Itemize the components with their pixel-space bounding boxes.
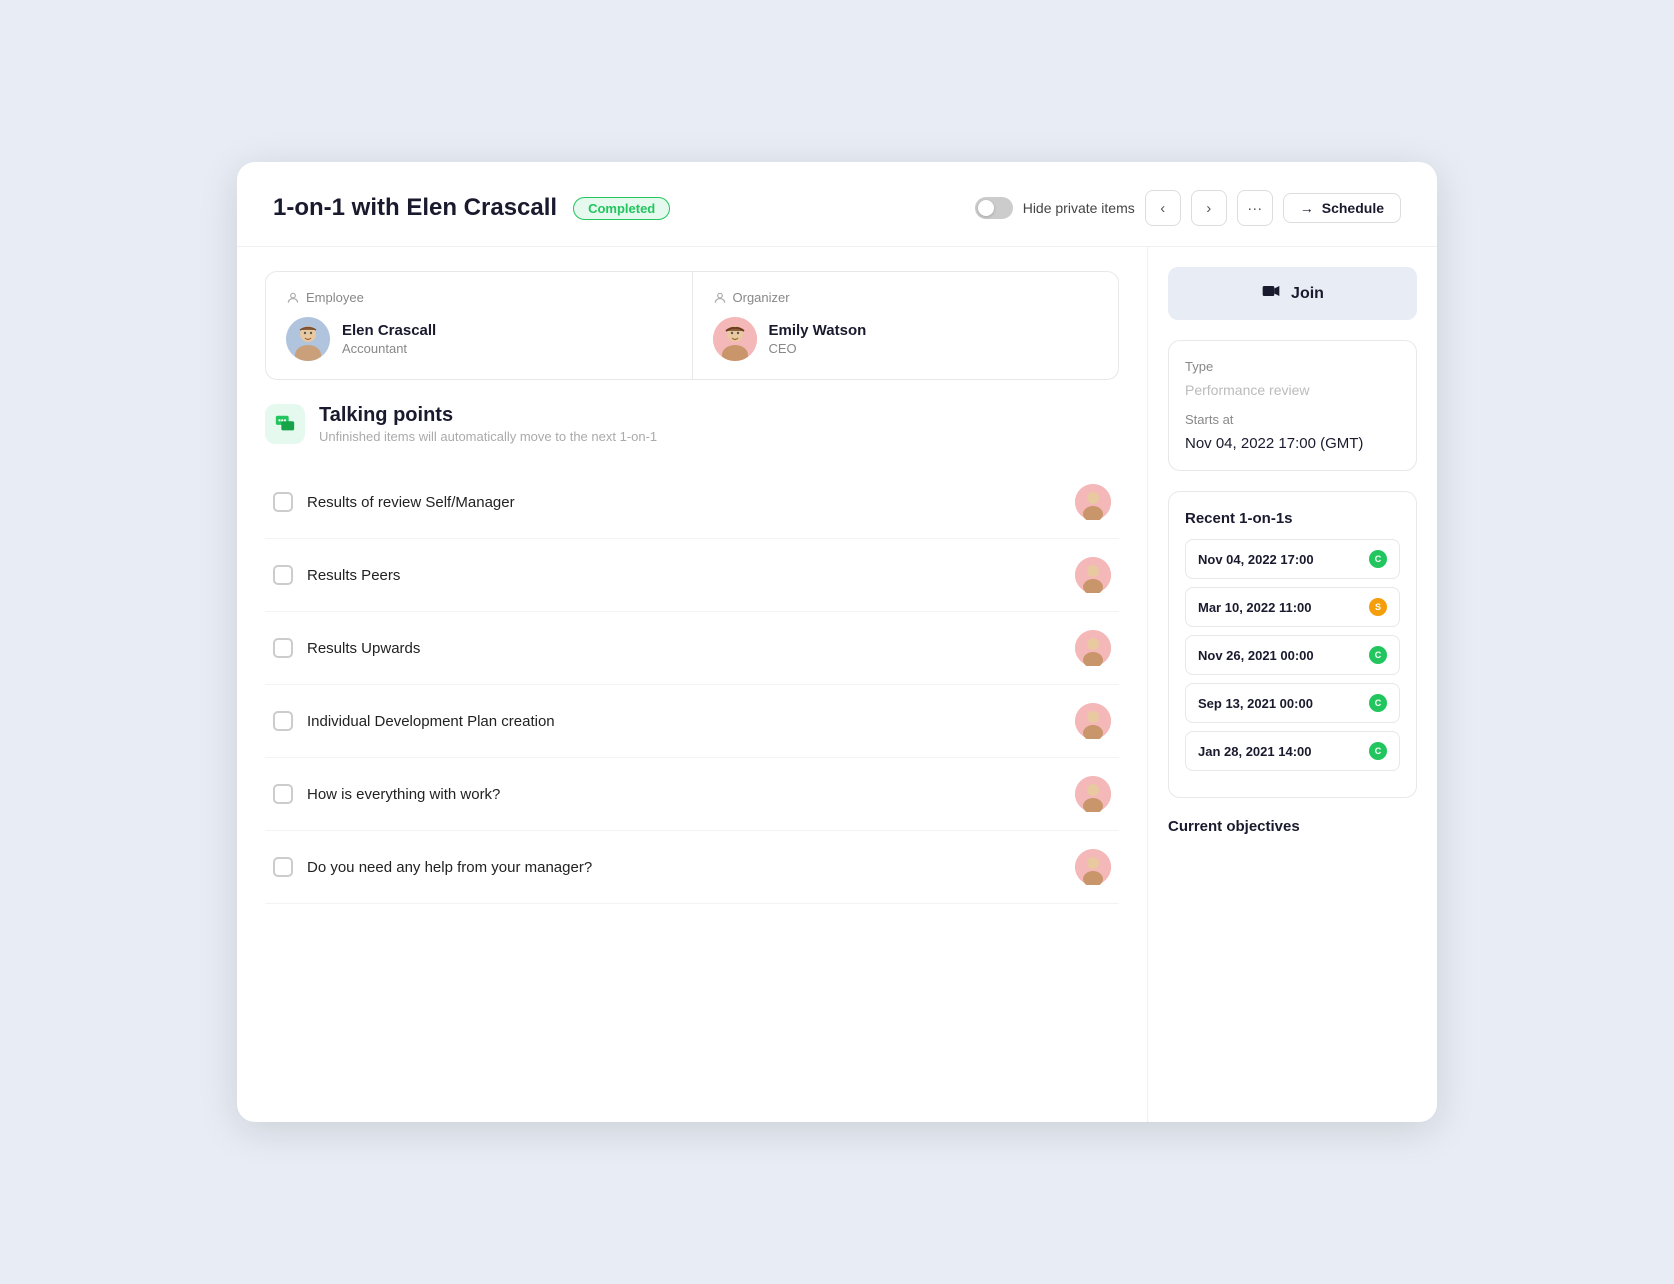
talking-points-icon [265, 404, 305, 444]
join-button[interactable]: Join [1168, 267, 1417, 320]
talking-points-subtitle: Unfinished items will automatically move… [319, 429, 657, 444]
agenda-item: Results Peers [265, 539, 1119, 612]
hide-private-label: Hide private items [1023, 200, 1135, 216]
app-container: 1-on-1 with Elen Crascall Completed Hide… [237, 162, 1437, 1122]
starts-at-value: Nov 04, 2022 17:00 (GMT) [1185, 435, 1400, 452]
recent-status-dot-1: C [1369, 550, 1387, 568]
recent-date-2: Mar 10, 2022 11:00 [1198, 600, 1311, 615]
agenda-item: Individual Development Plan creation [265, 685, 1119, 758]
header-controls: Hide private items ‹ › ··· → → Schedule … [975, 190, 1401, 226]
employee-col: Employee [266, 272, 693, 379]
agenda-checkbox-5[interactable] [273, 784, 293, 804]
employee-details: Elen Crascall Accountant [342, 322, 436, 356]
objectives-section: Current objectives [1168, 818, 1417, 847]
status-badge: Completed [573, 197, 670, 220]
agenda-checkbox-1[interactable] [273, 492, 293, 512]
agenda-text-3: Results Upwards [307, 640, 1061, 657]
employee-avatar [286, 317, 330, 361]
employee-role: Accountant [342, 341, 436, 356]
people-row: Employee [265, 271, 1119, 380]
recent-1on1s-title: Recent 1-on-1s [1185, 510, 1400, 527]
agenda-checkbox-2[interactable] [273, 565, 293, 585]
page-title: 1-on-1 with Elen Crascall [273, 194, 557, 222]
type-value: Performance review [1185, 382, 1400, 398]
hide-private-toggle-container: Hide private items [975, 197, 1135, 219]
agenda-avatar-6 [1075, 849, 1111, 885]
talking-points-title: Talking points [319, 404, 657, 427]
organizer-label: Organizer [713, 290, 1099, 305]
organizer-col: Organizer [693, 272, 1119, 379]
recent-date-5: Jan 28, 2021 14:00 [1198, 744, 1311, 759]
agenda-item: Results of review Self/Manager [265, 466, 1119, 539]
join-label: Join [1291, 285, 1324, 303]
recent-status-dot-5: C [1369, 742, 1387, 760]
chevron-left-icon: ‹ [1160, 200, 1165, 217]
more-options-button[interactable]: ··· [1237, 190, 1273, 226]
person-icon [286, 291, 300, 305]
person-icon [713, 291, 727, 305]
schedule-button[interactable]: → → Schedule Schedule [1283, 193, 1401, 223]
recent-status-dot-3: C [1369, 646, 1387, 664]
organizer-avatar [713, 317, 757, 361]
employee-name: Elen Crascall [342, 322, 436, 339]
recent-item-5[interactable]: Jan 28, 2021 14:00 C [1185, 731, 1400, 771]
recent-date-1: Nov 04, 2022 17:00 [1198, 552, 1314, 567]
talking-points-text: Talking points Unfinished items will aut… [319, 404, 657, 444]
arrow-right-icon: → [1300, 200, 1314, 216]
agenda-checkbox-4[interactable] [273, 711, 293, 731]
agenda-text-5: How is everything with work? [307, 786, 1061, 803]
recent-status-dot-4: C [1369, 694, 1387, 712]
agenda-avatar-5 [1075, 776, 1111, 812]
agenda-avatar-2 [1075, 557, 1111, 593]
agenda-item: Do you need any help from your manager? [265, 831, 1119, 904]
agenda-checkbox-3[interactable] [273, 638, 293, 658]
nav-prev-button[interactable]: ‹ [1145, 190, 1181, 226]
main-content: Employee [237, 247, 1437, 1122]
organizer-avatar-svg [713, 317, 757, 361]
employee-info: Elen Crascall Accountant [286, 317, 672, 361]
recent-item-3[interactable]: Nov 26, 2021 00:00 C [1185, 635, 1400, 675]
organizer-info: Emily Watson CEO [713, 317, 1099, 361]
agenda-avatar-4 [1075, 703, 1111, 739]
recent-status-dot-2: S [1369, 598, 1387, 616]
employee-avatar-svg [286, 317, 330, 361]
talking-points-header: Talking points Unfinished items will aut… [265, 404, 1119, 444]
agenda-checkbox-6[interactable] [273, 857, 293, 877]
agenda-list: Results of review Self/Manager Results P… [265, 466, 1119, 904]
recent-date-4: Sep 13, 2021 00:00 [1198, 696, 1313, 711]
left-panel: Employee [237, 247, 1147, 1122]
type-label: Type [1185, 359, 1400, 374]
recent-date-3: Nov 26, 2021 00:00 [1198, 648, 1314, 663]
video-icon [1261, 281, 1281, 306]
organizer-details: Emily Watson CEO [769, 322, 867, 356]
recent-item-4[interactable]: Sep 13, 2021 00:00 C [1185, 683, 1400, 723]
agenda-text-2: Results Peers [307, 567, 1061, 584]
objectives-title: Current objectives [1168, 818, 1417, 835]
recent-item-1[interactable]: Nov 04, 2022 17:00 C [1185, 539, 1400, 579]
agenda-text-4: Individual Development Plan creation [307, 713, 1061, 730]
header: 1-on-1 with Elen Crascall Completed Hide… [237, 162, 1437, 247]
organizer-name: Emily Watson [769, 322, 867, 339]
nav-next-button[interactable]: › [1191, 190, 1227, 226]
agenda-text-6: Do you need any help from your manager? [307, 859, 1061, 876]
agenda-item: Results Upwards [265, 612, 1119, 685]
right-panel: Join Type Performance review Starts at N… [1147, 247, 1437, 1122]
recent-item-2[interactable]: Mar 10, 2022 11:00 S [1185, 587, 1400, 627]
type-section: Type Performance review Starts at Nov 04… [1168, 340, 1417, 471]
starts-at-label: Starts at [1185, 412, 1400, 427]
agenda-item: How is everything with work? [265, 758, 1119, 831]
organizer-role: CEO [769, 341, 867, 356]
agenda-avatar-1 [1075, 484, 1111, 520]
agenda-text-1: Results of review Self/Manager [307, 494, 1061, 511]
hide-private-toggle[interactable] [975, 197, 1013, 219]
chevron-right-icon: › [1206, 200, 1211, 217]
employee-label: Employee [286, 290, 672, 305]
agenda-avatar-3 [1075, 630, 1111, 666]
chat-icon [274, 413, 296, 435]
more-icon: ··· [1247, 200, 1262, 217]
recent-1on1s-section: Recent 1-on-1s Nov 04, 2022 17:00 C Mar … [1168, 491, 1417, 798]
